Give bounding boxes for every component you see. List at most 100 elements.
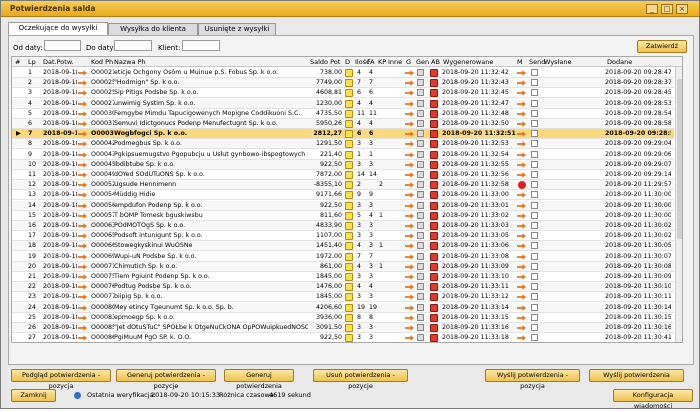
gen-checkbox[interactable] [417,324,424,331]
green-arrow-icon[interactable] [405,335,414,341]
document-icon[interactable] [345,303,353,312]
document-icon[interactable] [345,273,353,281]
send-arrow-icon[interactable] [517,192,526,199]
pdf-icon[interactable] [430,140,438,149]
document-icon[interactable] [345,69,353,77]
gen-checkbox[interactable] [417,79,424,87]
send-checkbox[interactable] [531,109,538,117]
pdf-icon[interactable] [430,293,438,302]
send-checkbox[interactable] [531,181,538,189]
document-icon[interactable] [345,201,353,210]
green-arrow-icon[interactable] [405,151,414,158]
green-arrow-icon[interactable] [405,111,414,117]
green-arrow-icon[interactable] [405,223,414,229]
green-arrow-icon[interactable] [405,253,414,260]
table-row[interactable]: 21 2018-09-18 O00075 Tiem Pgiuint Podenp Sp… [12,272,674,282]
document-icon[interactable] [345,89,353,98]
pdf-icon[interactable] [430,242,438,251]
send-checkbox[interactable] [531,120,538,127]
pdf-icon[interactable] [430,252,438,261]
send-checkbox[interactable] [531,293,538,301]
document-icon[interactable] [345,222,353,230]
table-row[interactable]: 8 2018-09-18 O00042 Podmegbus Sp. k o.o. 129… [12,139,674,150]
pdf-icon[interactable] [430,171,438,179]
green-arrow-icon[interactable] [405,233,414,239]
arrow-right-icon[interactable] [78,100,87,107]
document-icon[interactable] [345,283,353,292]
send-arrow-icon[interactable] [517,294,526,301]
gen-checkbox[interactable] [417,211,424,219]
arrow-right-icon[interactable] [78,111,87,117]
table-row[interactable]: 10 2018-09-18 O00045 Ibdibtube Sp. k o.o. 92… [12,159,674,170]
arrow-right-icon[interactable] [78,213,87,219]
document-icon[interactable] [345,313,353,322]
green-arrow-icon[interactable] [405,325,414,331]
arrow-right-icon[interactable] [78,90,87,97]
arrow-right-icon[interactable] [78,151,87,158]
arrow-right-icon[interactable] [78,284,87,290]
pdf-icon[interactable] [430,109,438,118]
do-daty-input[interactable] [114,40,152,51]
send-checkbox[interactable] [531,283,538,291]
green-arrow-icon[interactable] [405,192,414,199]
podglad-button[interactable]: Podgląd potwierdzenia - pozycja [11,369,111,390]
arrow-right-icon[interactable] [78,202,87,209]
send-checkbox[interactable] [531,273,538,280]
send-checkbox[interactable] [531,303,538,311]
pdf-icon[interactable] [430,79,438,88]
gen-checkbox[interactable] [417,303,424,311]
arrow-right-icon[interactable] [78,141,87,148]
table-row[interactable]: 24 2018-09-18 O00080 Mey etincy Tgeunumt Sp… [12,302,674,313]
document-icon[interactable] [345,79,353,88]
column-header[interactable]: Dodane [607,58,632,66]
arrow-right-icon[interactable] [78,304,87,311]
arrow-right-icon[interactable] [78,192,87,199]
document-icon[interactable] [345,181,353,190]
vertical-scrollbar[interactable] [675,67,682,342]
gen-checkbox[interactable] [417,99,424,107]
gen-checkbox[interactable] [417,181,424,189]
send-checkbox[interactable] [531,232,538,240]
green-arrow-icon[interactable] [405,213,414,219]
arrow-right-icon[interactable] [78,335,87,341]
green-arrow-icon[interactable] [405,304,414,311]
column-header[interactable]: KP [378,58,386,66]
send-arrow-icon[interactable] [517,304,526,311]
table-row[interactable]: 2 2018-09-18 O00025 "Hodmign" Sp. k o.o. 774… [12,78,674,89]
scroll-thumb[interactable] [677,79,682,239]
table-row[interactable]: 23 2018-09-18 O00077 biipig Sp. k o.o. 1845,… [12,292,674,303]
send-arrow-icon[interactable] [517,233,526,239]
column-header[interactable]: Send [529,58,545,66]
table-row[interactable]: 17 2018-09-18 O00065 Podsoft intunigunt Sp.… [12,231,674,242]
table-row[interactable]: 18 2018-09-18 O00066 Stowegkyskinui WuOSNe 1… [12,241,674,252]
green-arrow-icon[interactable] [405,264,414,270]
green-arrow-icon[interactable] [405,315,414,321]
green-arrow-icon[interactable] [405,284,414,290]
pdf-icon[interactable] [430,232,438,241]
pdf-icon[interactable] [430,211,438,220]
zatwierdz-button[interactable]: Zatwierdź [637,40,687,53]
send-checkbox[interactable] [531,150,538,158]
document-icon[interactable] [345,130,353,139]
send-arrow-icon[interactable] [517,274,526,280]
send-arrow-icon[interactable] [517,243,526,250]
arrow-right-icon[interactable] [78,315,87,321]
pdf-icon[interactable] [430,150,438,159]
send-arrow-icon[interactable] [517,111,526,117]
generuj-pozycje-button[interactable]: Generuj potwierdzenia - pozycje [116,369,216,390]
arrow-right-icon[interactable] [78,264,87,270]
send-arrow-icon[interactable] [517,284,526,290]
gen-checkbox[interactable] [417,69,424,76]
pdf-icon[interactable] [430,303,438,312]
column-header[interactable]: Wysłane [544,58,572,66]
green-arrow-icon[interactable] [405,162,414,168]
green-arrow-icon[interactable] [405,141,414,148]
table-row[interactable]: 22 2018-09-18 O00076 Podtug Podsbe Sp. k o.… [12,282,674,293]
green-arrow-icon[interactable] [405,243,414,250]
green-arrow-icon[interactable] [405,202,414,209]
arrow-right-icon[interactable] [78,182,87,188]
table-row[interactable]: 11 2018-09-18 O00049 dOYed SOdUTuONS Sp. k … [12,170,674,180]
send-checkbox[interactable] [531,191,538,199]
gen-checkbox[interactable] [417,140,424,148]
document-icon[interactable] [345,232,353,241]
